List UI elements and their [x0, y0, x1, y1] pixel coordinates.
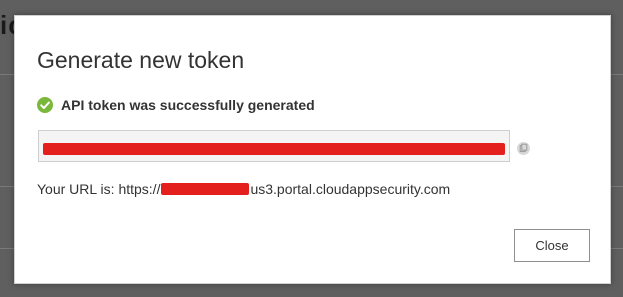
- dialog-title: Generate new token: [37, 47, 245, 73]
- url-suffix: us3.portal.cloudappsecurity.com: [250, 181, 451, 197]
- background-divider: [611, 248, 623, 249]
- background-divider: [611, 74, 623, 75]
- copy-icon[interactable]: [517, 142, 530, 155]
- generate-token-dialog: Generate new token API token was success…: [14, 15, 611, 284]
- status-text: API token was successfully generated: [61, 97, 315, 113]
- background-divider: [611, 186, 623, 187]
- check-circle-icon: [37, 97, 53, 113]
- status-message: API token was successfully generated: [37, 97, 315, 113]
- token-field[interactable]: [38, 130, 510, 162]
- background-divider: [0, 186, 14, 187]
- close-button[interactable]: Close: [514, 229, 590, 262]
- token-redaction: [43, 143, 505, 155]
- background-divider: [0, 74, 14, 75]
- url-label: Your URL is: https://: [37, 181, 161, 197]
- background-divider: [0, 248, 14, 249]
- url-line: Your URL is: https:// us3.portal.cloudap…: [37, 181, 450, 197]
- url-redaction: [161, 183, 250, 195]
